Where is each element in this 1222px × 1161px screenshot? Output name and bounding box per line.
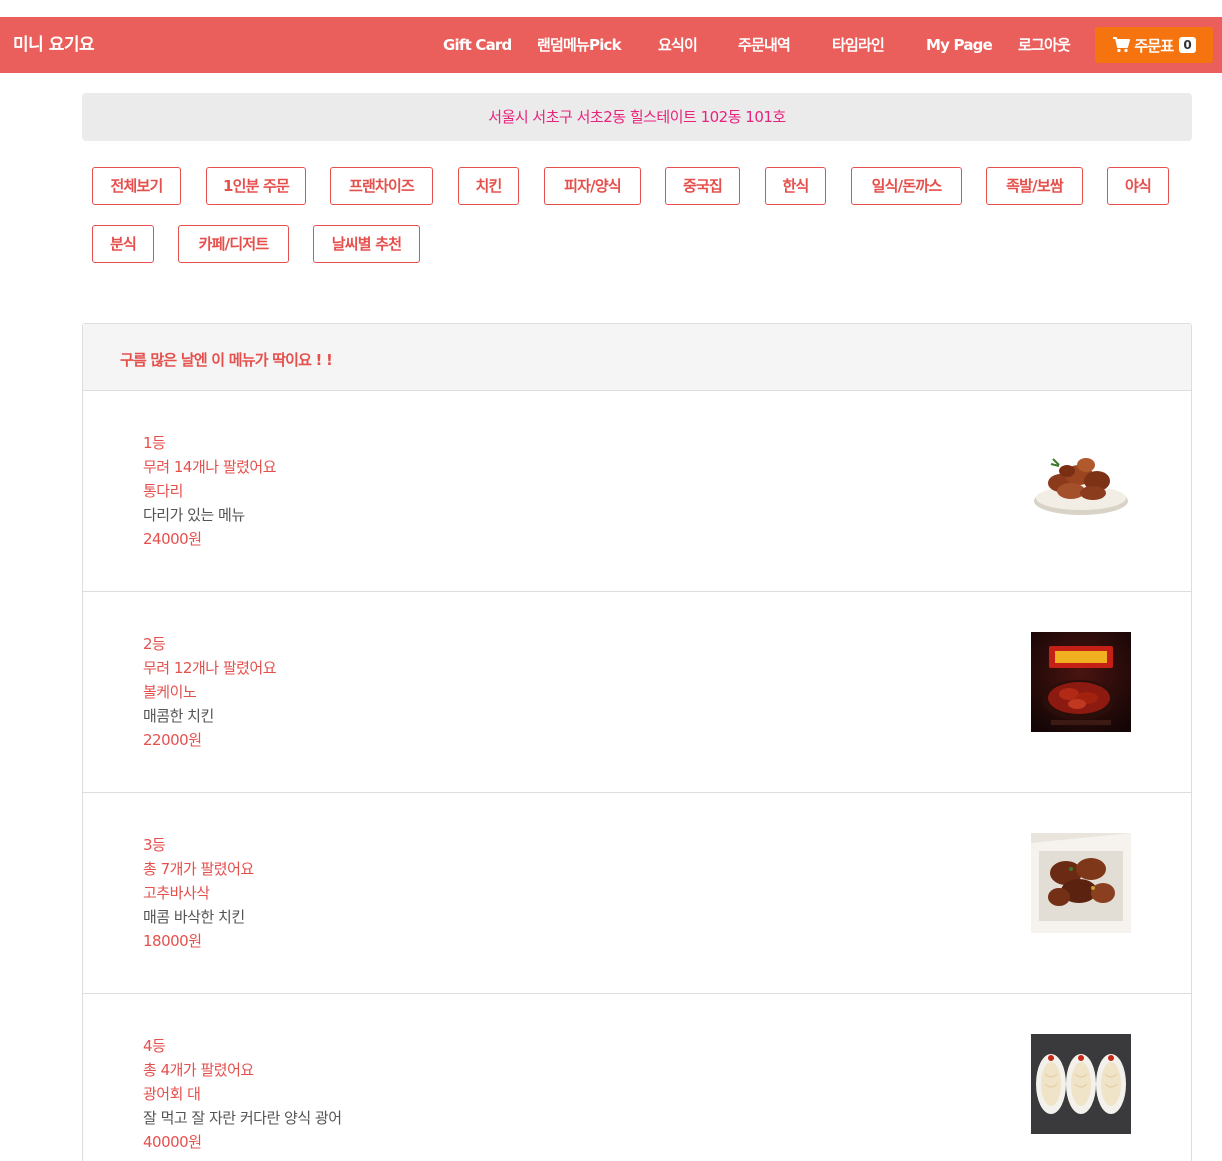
menu-description: 매콤 바삭한 치킨 xyxy=(143,908,245,926)
category-franchise[interactable]: 프랜차이즈 xyxy=(330,167,433,205)
menu-description: 다리가 있는 메뉴 xyxy=(143,506,245,524)
nav-order-history[interactable]: 주문내역 xyxy=(738,17,791,73)
nav-random-menu-pick[interactable]: 랜덤메뉴Pick xyxy=(537,17,622,73)
category-jokbal-bossam[interactable]: 족발/보쌈 xyxy=(986,167,1083,205)
menu-item[interactable]: 4등 총 4개가 팔렸어요 광어회 대 잘 먹고 잘 자란 커다란 양식 광어 … xyxy=(83,994,1191,1161)
menu-item[interactable]: 3등 총 7개가 팔렸어요 고추바사삭 매콤 바삭한 치킨 18000원 xyxy=(83,793,1191,994)
cart-label: 주문표 xyxy=(1134,36,1174,55)
menu-sold-count: 총 4개가 팔렸어요 xyxy=(143,1061,254,1079)
weather-recommend-panel: 구름 많은 날엔 이 메뉴가 딱이요 ! ! 1등 무려 14개나 팔렸어요 통… xyxy=(82,323,1192,1161)
category-late-night[interactable]: 야식 xyxy=(1107,167,1169,205)
menu-image-tongdari[interactable] xyxy=(1031,431,1131,531)
nav-my-page[interactable]: My Page xyxy=(926,17,993,73)
brand-logo[interactable]: 미니 요기요 xyxy=(13,17,95,73)
menu-price: 40000원 xyxy=(143,1133,202,1151)
panel-heading: 구름 많은 날엔 이 메뉴가 딱이요 ! ! xyxy=(83,324,1191,391)
menu-item[interactable]: 1등 무려 14개나 팔렸어요 통다리 다리가 있는 메뉴 24000원 xyxy=(83,391,1191,592)
menu-name: 고추바사삭 xyxy=(143,884,210,902)
nav-timeline[interactable]: 타임라인 xyxy=(832,17,885,73)
menu-sold-count: 총 7개가 팔렸어요 xyxy=(143,860,254,878)
menu-rank: 2등 xyxy=(143,635,166,653)
category-weather-recommend[interactable]: 날씨별 추천 xyxy=(313,225,420,263)
menu-item-text: 1등 무려 14개나 팔렸어요 통다리 다리가 있는 메뉴 24000원 xyxy=(143,431,277,551)
menu-rank: 1등 xyxy=(143,434,166,452)
delivery-address[interactable]: 서울시 서초구 서초2동 힐스테이트 102동 101호 xyxy=(82,93,1192,141)
category-chinese[interactable]: 중국집 xyxy=(665,167,740,205)
nav-logout[interactable]: 로그아웃 xyxy=(1018,17,1071,73)
category-pizza-western[interactable]: 피자/양식 xyxy=(544,167,641,205)
top-navbar: 미니 요기요 Gift Card 랜덤메뉴Pick 요식이 주문내역 타임라인 … xyxy=(0,17,1222,73)
cart-button[interactable]: 주문표 0 xyxy=(1095,27,1213,63)
menu-rank: 3등 xyxy=(143,836,166,854)
nav-gift-card[interactable]: Gift Card xyxy=(443,17,512,73)
menu-description: 잘 먹고 잘 자란 커다란 양식 광어 xyxy=(143,1109,342,1127)
panel-title: 구름 많은 날엔 이 메뉴가 딱이요 ! ! xyxy=(120,351,333,369)
cart-count-badge: 0 xyxy=(1179,37,1196,53)
menu-image-gochu-basasak[interactable] xyxy=(1031,833,1131,933)
menu-rank: 4등 xyxy=(143,1037,166,1055)
category-korean[interactable]: 한식 xyxy=(765,167,826,205)
menu-image-volcano[interactable] xyxy=(1031,632,1131,732)
menu-sold-count: 무려 12개나 팔렸어요 xyxy=(143,659,277,677)
nav-yosiki[interactable]: 요식이 xyxy=(658,17,698,73)
category-japanese-cutlet[interactable]: 일식/돈까스 xyxy=(851,167,962,205)
menu-item-text: 4등 총 4개가 팔렸어요 광어회 대 잘 먹고 잘 자란 커다란 양식 광어 … xyxy=(143,1034,342,1154)
menu-price: 24000원 xyxy=(143,530,202,548)
menu-sold-count: 무려 14개나 팔렸어요 xyxy=(143,458,277,476)
menu-name: 통다리 xyxy=(143,482,183,500)
menu-name: 볼케이노 xyxy=(143,683,197,701)
menu-price: 18000원 xyxy=(143,932,202,950)
category-chicken[interactable]: 치킨 xyxy=(458,167,519,205)
shopping-cart-icon xyxy=(1112,37,1131,53)
category-snack[interactable]: 분식 xyxy=(92,225,154,263)
menu-image-flatfish-sashimi[interactable] xyxy=(1031,1034,1131,1134)
menu-name: 광어회 대 xyxy=(143,1085,201,1103)
menu-price: 22000원 xyxy=(143,731,202,749)
menu-item-text: 3등 총 7개가 팔렸어요 고추바사삭 매콤 바삭한 치킨 18000원 xyxy=(143,833,254,953)
menu-item[interactable]: 2등 무려 12개나 팔렸어요 볼케이노 매콤한 치킨 22000원 xyxy=(83,592,1191,793)
category-cafe-dessert[interactable]: 카페/디저트 xyxy=(178,225,289,263)
category-single-serving[interactable]: 1인분 주문 xyxy=(206,167,306,205)
menu-item-text: 2등 무려 12개나 팔렸어요 볼케이노 매콤한 치킨 22000원 xyxy=(143,632,277,752)
category-all[interactable]: 전체보기 xyxy=(92,167,181,205)
menu-description: 매콤한 치킨 xyxy=(143,707,214,725)
